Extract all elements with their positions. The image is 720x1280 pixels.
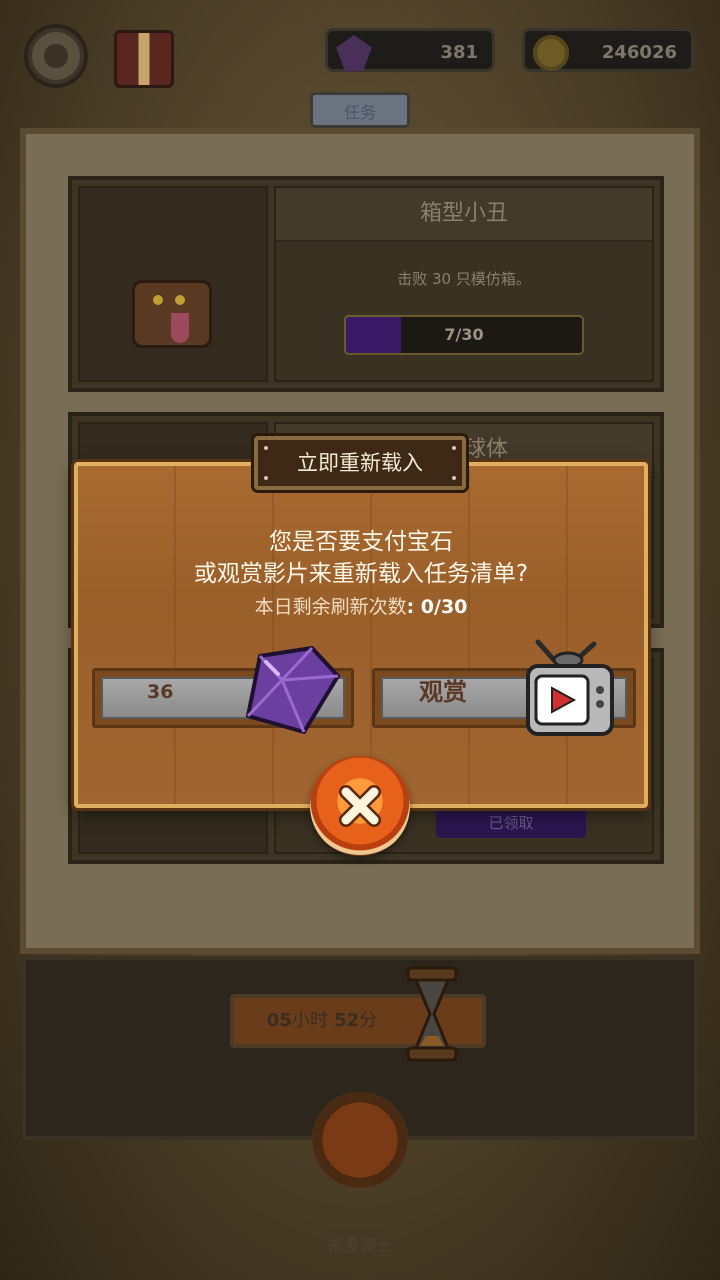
- gem-icon: [246, 646, 340, 734]
- gem-icon: [336, 35, 372, 71]
- gem-count: 381: [440, 42, 478, 63]
- mimic-chest-icon: [132, 280, 212, 348]
- watch-label: 观赏: [419, 678, 467, 706]
- tab-quests[interactable]: 任务: [310, 92, 410, 128]
- dialog-title-plate: 立即重新载入: [254, 436, 466, 490]
- settings-gear-icon[interactable]: [28, 28, 84, 84]
- gem-counter: 381: [325, 28, 495, 72]
- claimed-badge: 已领取: [436, 808, 586, 838]
- quest-progress-bar: 7/30: [344, 315, 584, 355]
- quest-progress-text: 7/30: [444, 325, 484, 344]
- dialog-title: 立即重新载入: [297, 451, 423, 475]
- footer-label: 邮差骑士: [327, 1236, 392, 1255]
- quest-details: 箱型小丑 击败 30 只模仿箱。 7/30: [274, 186, 654, 382]
- coin-count: 246026: [601, 42, 677, 63]
- dialog-question-line2: 或观赏影片来重新载入任务清单?: [193, 561, 529, 587]
- close-icon: [339, 785, 381, 827]
- timer-text: 05小时 52分: [266, 1010, 378, 1031]
- coin-icon: [533, 35, 569, 71]
- remaining-refreshes: 本日剩余刷新次数: 0/30: [254, 596, 468, 618]
- quest-description: 击败 30 只模仿箱。: [397, 270, 531, 288]
- gift-box-icon[interactable]: [114, 30, 174, 88]
- quest-card: 箱型小丑 击败 30 只模仿箱。 7/30: [68, 176, 664, 392]
- gem-cost-label: 36: [147, 681, 174, 703]
- close-button[interactable]: [310, 756, 410, 856]
- coin-counter: 246026: [522, 28, 694, 72]
- hourglass-icon: [406, 966, 458, 1062]
- tv-icon: [526, 639, 614, 736]
- dialog-question-line1: 您是否要支付宝石: [269, 529, 453, 555]
- quest-icon-slot: [78, 186, 268, 382]
- quest-title: 箱型小丑: [276, 188, 652, 242]
- bottom-close-button[interactable]: [312, 1092, 408, 1188]
- game-screen: 381 246026 任务 箱型小丑 击败 30 只模仿箱。 7/30 已领取 …: [0, 0, 720, 1280]
